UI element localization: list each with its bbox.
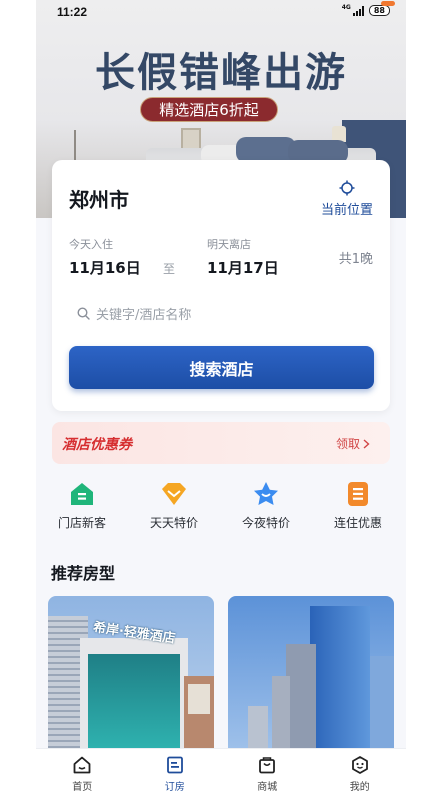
quick-entry-tonight-deal[interactable]: 今夜特价 [220, 480, 312, 531]
checkout-date[interactable]: 11月17日 [207, 257, 279, 278]
search-hotel-button[interactable]: 搜索酒店 [69, 346, 374, 389]
shop-bag-icon [259, 757, 276, 774]
home-icon [73, 756, 91, 774]
battery-indicator [381, 1, 395, 6]
tab-home[interactable]: 首页 [36, 749, 129, 795]
room-card[interactable]: 希岸·轻雅酒店 [48, 596, 214, 751]
hotel-coupon-banner[interactable]: 酒店优惠券 领取 [52, 422, 390, 464]
tab-label: 订房 [164, 782, 185, 793]
city-selector[interactable]: 郑州市 [69, 184, 129, 213]
signal-icon [352, 5, 364, 16]
battery-icon: 88 [368, 1, 395, 16]
room-card[interactable] [228, 596, 394, 751]
chevron-right-icon [363, 438, 370, 449]
quick-entry-grid: 门店新客 天天特价 今夜特价 连住优惠 [36, 480, 406, 536]
hotel-building-image [48, 616, 214, 751]
quick-entry-multi-night[interactable]: 连住优惠 [312, 480, 404, 531]
checkin-date[interactable]: 11月16日 [69, 257, 141, 278]
status-indicators: 4G 88 [341, 1, 395, 16]
multi-night-icon [348, 482, 368, 506]
locate-icon [339, 180, 355, 196]
current-location-button[interactable]: 当前位置 [320, 180, 374, 218]
recommended-rooms-title: 推荐房型 [51, 564, 116, 583]
profile-icon [351, 756, 368, 774]
quick-entry-label: 今夜特价 [241, 516, 290, 530]
date-separator: 至 [163, 262, 176, 276]
quick-entry-daily-deal[interactable]: 天天特价 [128, 480, 220, 531]
daily-deal-icon [162, 483, 186, 505]
current-location-label: 当前位置 [320, 203, 373, 218]
nights-count: 共1晚 [338, 252, 373, 267]
new-customer-icon [71, 483, 93, 505]
checkout-label: 明天离店 [207, 238, 251, 251]
search-icon [77, 306, 90, 320]
keyword-search-input[interactable]: 关键字/酒店名称 [69, 298, 373, 328]
tab-profile[interactable]: 我的 [314, 749, 407, 795]
quick-entry-label: 天天特价 [149, 516, 198, 530]
app-page: 长假错峰出游 精选酒店6折起 11:22 4G 88 郑州市 当前位置 今天入住… [36, 0, 406, 795]
city-towers-image [248, 606, 394, 751]
status-bar: 11:22 4G 88 [36, 0, 406, 24]
quick-entry-label: 连住优惠 [333, 516, 382, 530]
coupon-title: 酒店优惠券 [62, 437, 132, 453]
bottom-tab-bar: 首页 订房 商城 我的 [36, 748, 406, 795]
quick-entry-label: 门店新客 [57, 516, 106, 530]
hotel-search-card: 郑州市 当前位置 今天入住 11月16日 至 明天离店 11月17日 共1晚 关… [52, 160, 390, 411]
tonight-deal-icon [254, 482, 278, 505]
coupon-claim-label: 领取 [335, 437, 360, 451]
coupon-claim-link[interactable]: 领取 [336, 435, 370, 452]
tab-label: 首页 [72, 782, 93, 793]
keyword-placeholder: 关键字/酒店名称 [96, 307, 192, 323]
tab-booking[interactable]: 订房 [129, 749, 222, 795]
status-time: 11:22 [57, 5, 88, 19]
booking-icon [166, 756, 183, 774]
tab-shop[interactable]: 商城 [221, 749, 314, 795]
battery-level: 88 [373, 6, 385, 15]
tab-label: 商城 [257, 782, 278, 793]
quick-entry-new-customer[interactable]: 门店新客 [36, 480, 128, 531]
banner-title: 长假错峰出游 [95, 49, 347, 96]
banner-subtitle: 精选酒店6折起 [140, 97, 278, 122]
network-type: 4G [341, 3, 351, 11]
checkin-label: 今天入住 [69, 238, 113, 251]
tab-label: 我的 [349, 782, 370, 793]
